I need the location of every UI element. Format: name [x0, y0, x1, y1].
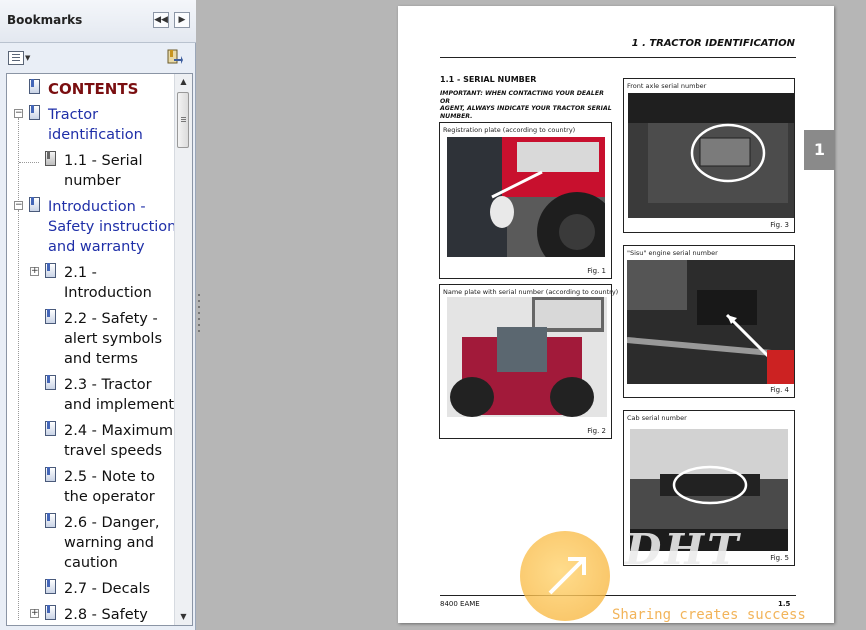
figure-3: Front axle serial number Fig. 3 [623, 78, 795, 233]
figure-caption: "Sisu" engine serial number [627, 249, 718, 257]
bookmark-serial-number[interactable]: 1.1 - Serial number [64, 151, 143, 191]
collapse-toggle[interactable]: − [14, 201, 23, 210]
expand-toggle[interactable]: + [30, 267, 39, 276]
bookmarks-panel: Bookmarks ◀◀ ▶ ▼ CONTENTS − Tractor iden… [0, 0, 196, 630]
bookmark-2-5[interactable]: 2.5 - Note to the operator [64, 467, 155, 507]
figure-number: Fig. 4 [770, 386, 789, 394]
bookmark-2-4[interactable]: 2.4 - Maximum travel speeds [64, 421, 173, 461]
footer-rule [440, 595, 796, 596]
bookmark-icon [29, 79, 40, 94]
bookmark-icon [45, 375, 56, 390]
bookmark-icon [45, 151, 56, 166]
bookmarks-scrollbar[interactable]: ▲ ▼ [174, 74, 192, 625]
arrow-icon [548, 557, 586, 595]
figure-2: Name plate with serial number (according… [439, 284, 618, 439]
figure-number: Fig. 3 [770, 221, 789, 229]
bookmarks-toolbar: ▼ [0, 43, 196, 73]
panel-splitter[interactable] [196, 290, 202, 340]
bookmark-contents[interactable]: CONTENTS [48, 79, 138, 99]
bookmark-icon [45, 421, 56, 436]
bookmark-icon [45, 579, 56, 594]
bookmark-icon [45, 605, 56, 620]
bookmark-2-7[interactable]: 2.7 - Decals [64, 579, 150, 599]
bookmark-icon [29, 197, 40, 212]
bookmark-2-2[interactable]: 2.2 - Safety - alert symbols and terms [64, 309, 162, 369]
figure-number: Fig. 1 [587, 267, 606, 275]
bookmark-introduction[interactable]: Introduction - Safety instructions and w… [48, 197, 184, 257]
figure-number: Fig. 2 [587, 427, 606, 435]
figure-caption: Cab serial number [627, 414, 687, 422]
chevron-down-icon: ▼ [25, 54, 31, 62]
scroll-up-arrow[interactable]: ▲ [175, 74, 192, 90]
close-panel-button[interactable]: ▶ [174, 12, 190, 28]
photo-code [447, 261, 448, 265]
expand-toggle[interactable]: + [30, 609, 39, 618]
figure-4: "Sisu" engine serial number Fig. 4 [623, 245, 795, 398]
bookmark-2-8[interactable]: 2.8 - Safety [64, 605, 148, 625]
section-title: 1.1 - SERIAL NUMBER [440, 75, 537, 84]
bookmark-icon [45, 263, 56, 278]
figure-caption: Name plate with serial number (according… [443, 288, 619, 296]
title-rule [440, 57, 796, 58]
front-axle-photo [628, 93, 794, 218]
expand-bookmark-button[interactable] [165, 49, 183, 67]
bookmark-tractor-identification[interactable]: Tractor identification [48, 105, 143, 145]
scroll-down-arrow[interactable]: ▼ [175, 609, 192, 625]
tree-line [18, 210, 19, 620]
bookmark-icon [29, 105, 40, 120]
watermark-logo [520, 531, 610, 621]
bookmark-2-6[interactable]: 2.6 - Danger, warning and caution [64, 513, 159, 573]
figure-1: Registration plate (according to country… [439, 122, 612, 279]
watermark-slogan: Sharing creates success [612, 607, 806, 623]
bookmark-2-1[interactable]: 2.1 - Introduction [64, 263, 152, 303]
bookmark-icon [45, 467, 56, 482]
registration-plate-photo [447, 137, 605, 257]
tree-line [19, 162, 39, 163]
bookmark-icon [45, 309, 56, 324]
chapter-tab: 1 [804, 130, 835, 170]
bookmark-2-3[interactable]: 2.3 - Tractor and implements [64, 375, 182, 415]
panel-header: Bookmarks ◀◀ ▶ [0, 0, 196, 43]
options-menu-button[interactable]: ▼ [8, 51, 34, 67]
figure-caption: Registration plate (according to country… [443, 126, 576, 134]
collapse-panel-button[interactable]: ◀◀ [153, 12, 169, 28]
collapse-toggle[interactable]: − [14, 109, 23, 118]
bookmark-icon [45, 513, 56, 528]
bookmark-expand-icon [167, 49, 183, 64]
engine-serial-photo [627, 260, 794, 384]
list-icon [8, 51, 24, 65]
footer-model: 8400 EAME [440, 600, 480, 608]
tree-line [18, 118, 19, 208]
watermark-logo-text: DHT [625, 525, 742, 574]
figure-caption: Front axle serial number [627, 82, 707, 90]
panel-title: Bookmarks [7, 13, 83, 27]
name-plate-photo [447, 297, 607, 417]
scroll-thumb[interactable] [177, 92, 189, 148]
bookmark-tree: CONTENTS − Tractor identification 1.1 - … [6, 73, 193, 626]
important-note: IMPORTANT: WHEN CONTACTING YOUR DEALER O… [440, 90, 612, 121]
running-title: 1 . TRACTOR IDENTIFICATION [631, 38, 795, 49]
figure-number: Fig. 5 [770, 554, 789, 562]
document-page: 1 . TRACTOR IDENTIFICATION 1.1 - SERIAL … [398, 6, 834, 623]
